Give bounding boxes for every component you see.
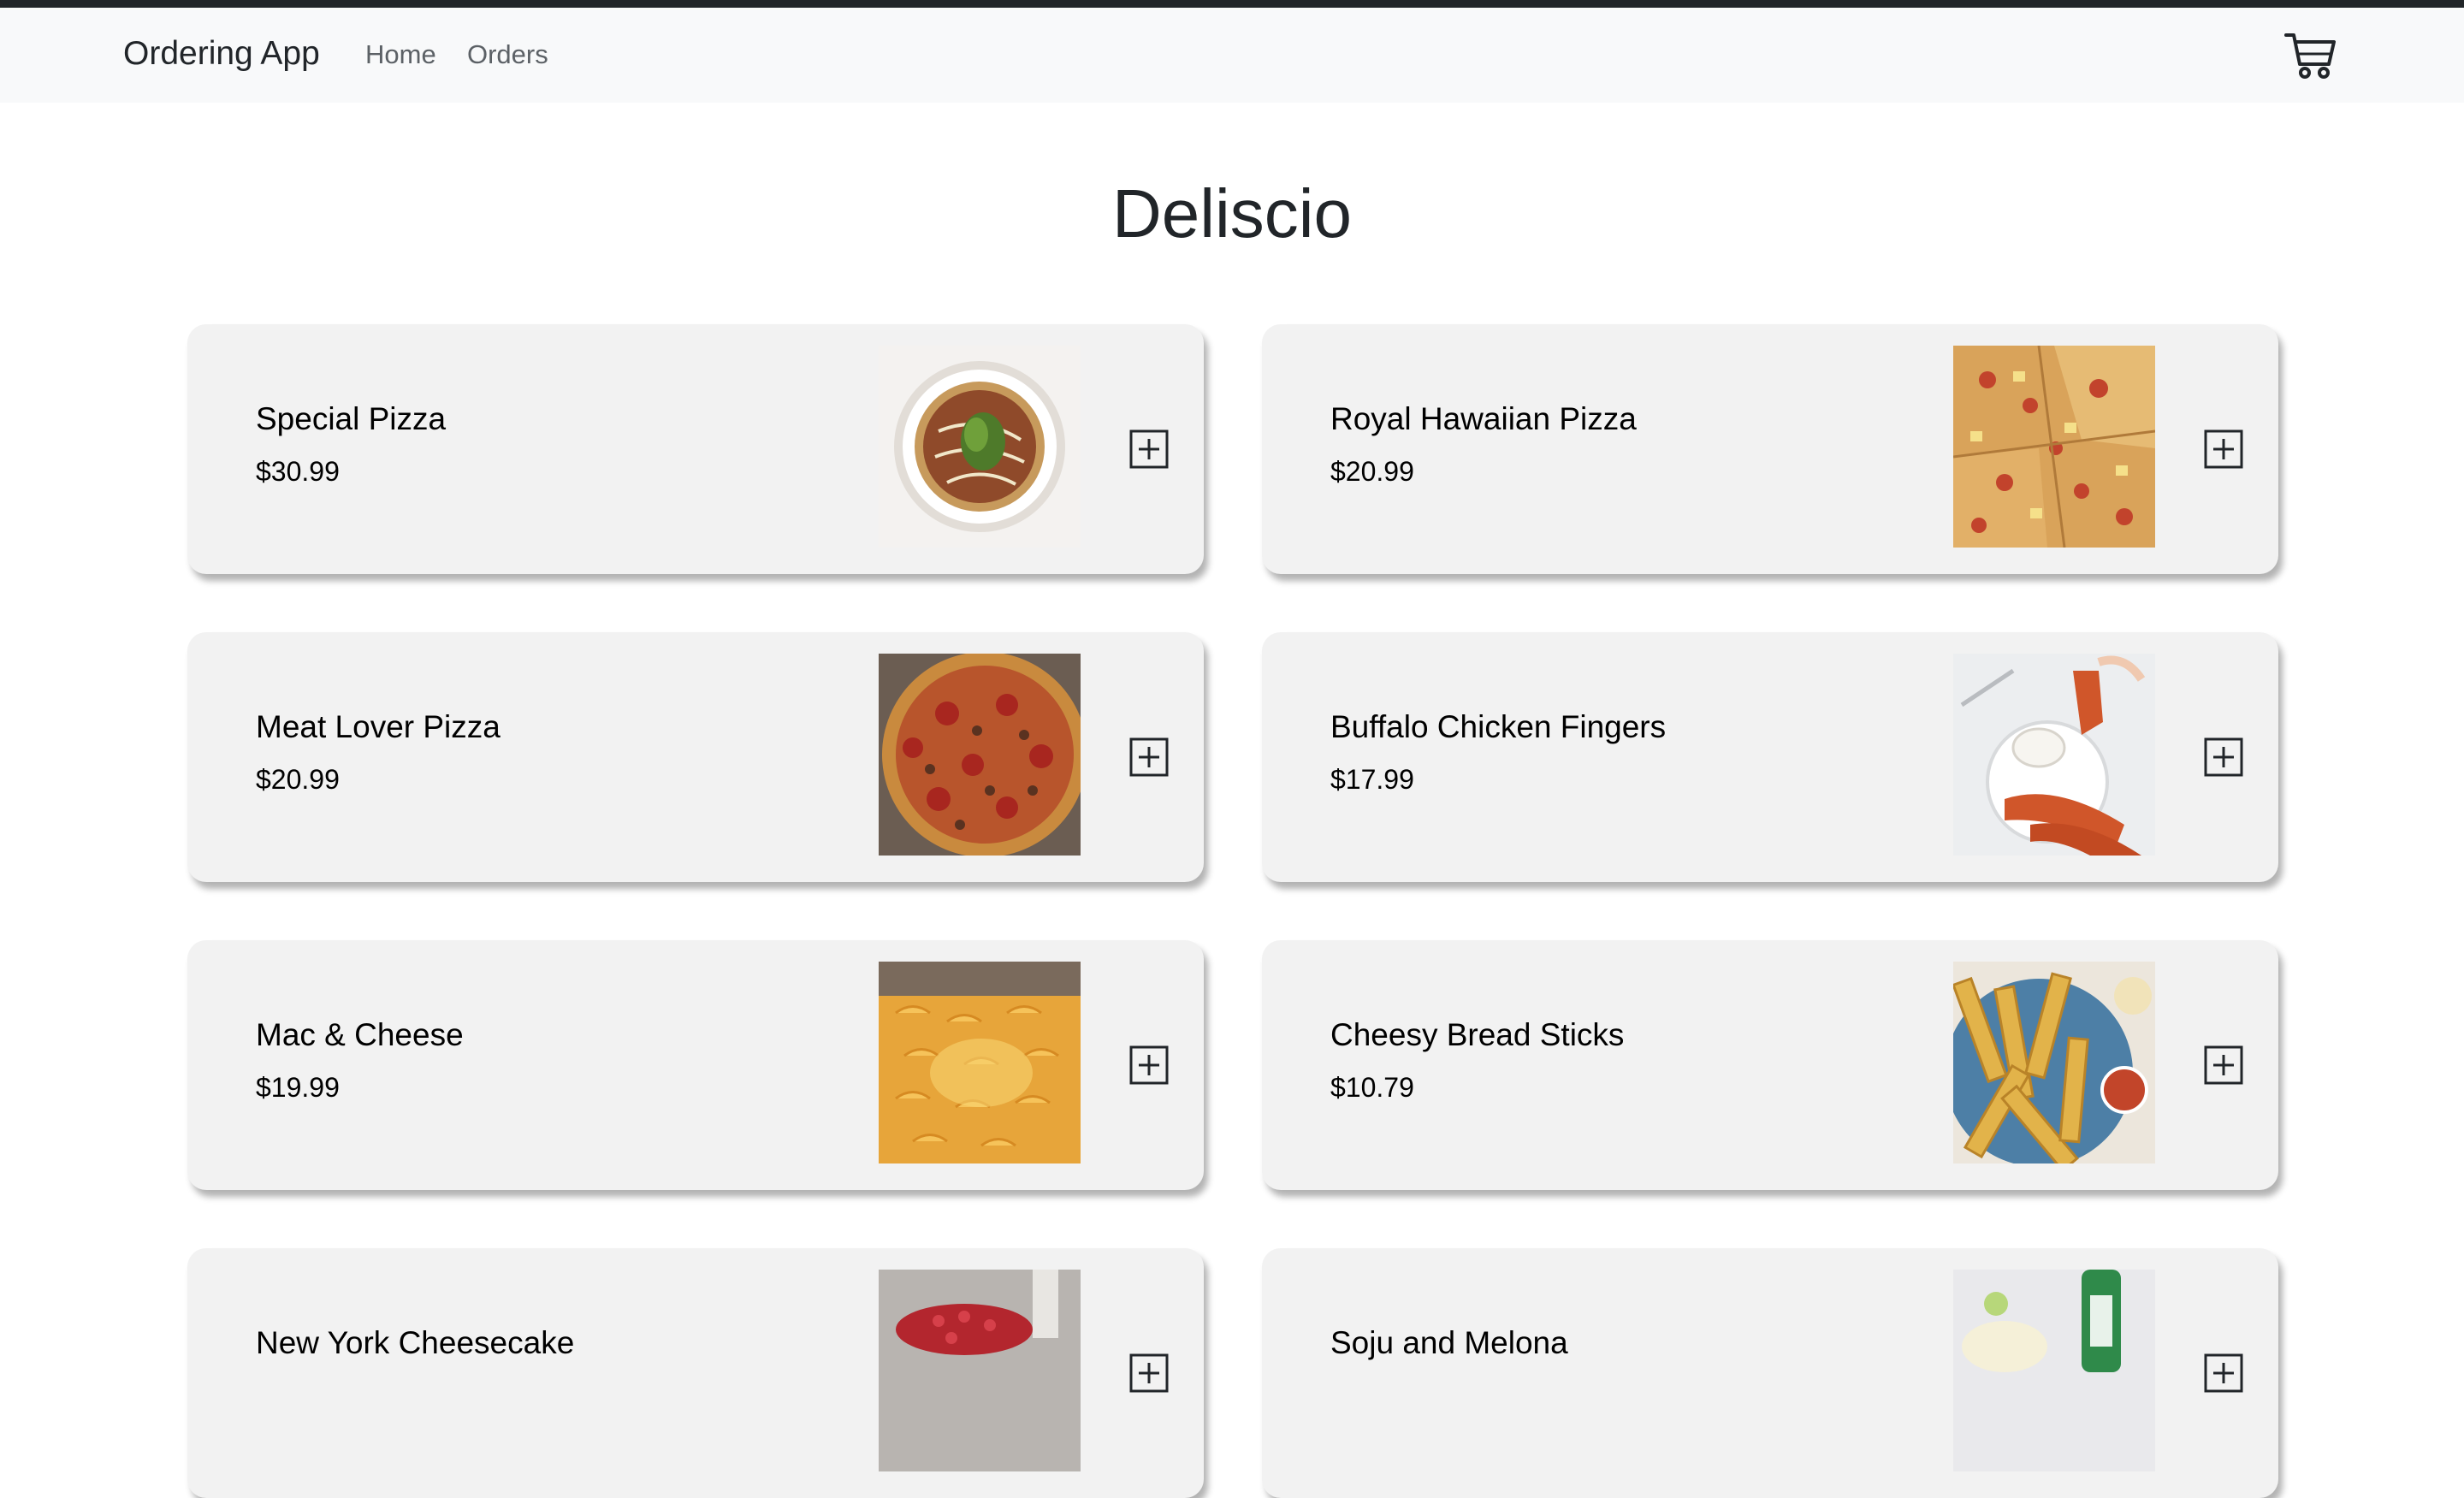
menu-item-name: Soju and Melona [1330,1325,1568,1360]
add-to-cart-button[interactable] [2203,429,2244,470]
menu-item-card: Meat Lover Pizza $20.99 [187,632,1204,882]
menu-item-card: Cheesy Bread Sticks $10.79 [1262,940,2278,1190]
plus-square-icon [2204,429,2243,469]
soju-and-melona-photo [1953,1270,2155,1471]
menu-item-card: Special Pizza $30.99 [187,324,1204,574]
menu-item-price: $17.99 [1330,764,1414,795]
plus-square-icon [1129,1045,1169,1085]
new-york-cheesecake-photo [879,1270,1081,1471]
menu-item-name: Buffalo Chicken Fingers [1330,709,1667,744]
menu-item-price: $20.99 [256,764,340,795]
add-to-cart-button[interactable] [2203,1353,2244,1394]
page-title: Deliscio [1111,175,1353,252]
menu-item-name: Royal Hawaiian Pizza [1330,401,1637,436]
mac-and-cheese-photo [879,962,1081,1163]
nav-link-orders[interactable]: Orders [467,38,548,71]
plus-square-icon [1129,1353,1169,1393]
menu-item-name: Mac & Cheese [256,1017,464,1052]
add-to-cart-button[interactable] [1128,1045,1170,1086]
navbar: Ordering App Home Orders [0,8,2464,103]
top-accent-strip [0,0,2464,8]
add-to-cart-button[interactable] [1128,429,1170,470]
add-to-cart-button[interactable] [2203,737,2244,778]
add-to-cart-button[interactable] [1128,1353,1170,1394]
menu-item-price: $20.99 [1330,456,1414,487]
menu-item-name: New York Cheesecake [256,1325,575,1360]
cheesy-bread-sticks-photo [1953,962,2155,1163]
nav-link-home[interactable]: Home [365,38,436,71]
menu-item-card: Mac & Cheese $19.99 [187,940,1204,1190]
meat-lover-pizza-photo [879,654,1081,856]
special-pizza-photo [879,346,1081,548]
plus-square-icon [2204,1353,2243,1393]
royal-hawaiian-pizza-photo [1953,346,2155,548]
menu-item-name: Special Pizza [256,401,447,436]
buffalo-chicken-fingers-photo [1953,654,2155,856]
plus-square-icon [1129,429,1169,469]
menu-item-price: $19.99 [256,1072,340,1103]
cart-icon[interactable] [2284,32,2337,81]
add-to-cart-button[interactable] [1128,737,1170,778]
menu-item-card: Buffalo Chicken Fingers $17.99 [1262,632,2278,882]
menu-item-card: Soju and Melona [1262,1248,2278,1498]
menu-item-name: Cheesy Bread Sticks [1330,1017,1625,1052]
add-to-cart-button[interactable] [2203,1045,2244,1086]
menu-item-card: Royal Hawaiian Pizza $20.99 [1262,324,2278,574]
brand-link[interactable]: Ordering App [123,33,320,74]
menu-item-name: Meat Lover Pizza [256,709,500,744]
plus-square-icon [1129,737,1169,777]
plus-square-icon [2204,737,2243,777]
menu-item-card: New York Cheesecake [187,1248,1204,1498]
plus-square-icon [2204,1045,2243,1085]
menu-item-price: $30.99 [256,456,340,487]
menu-item-price: $10.79 [1330,1072,1414,1103]
